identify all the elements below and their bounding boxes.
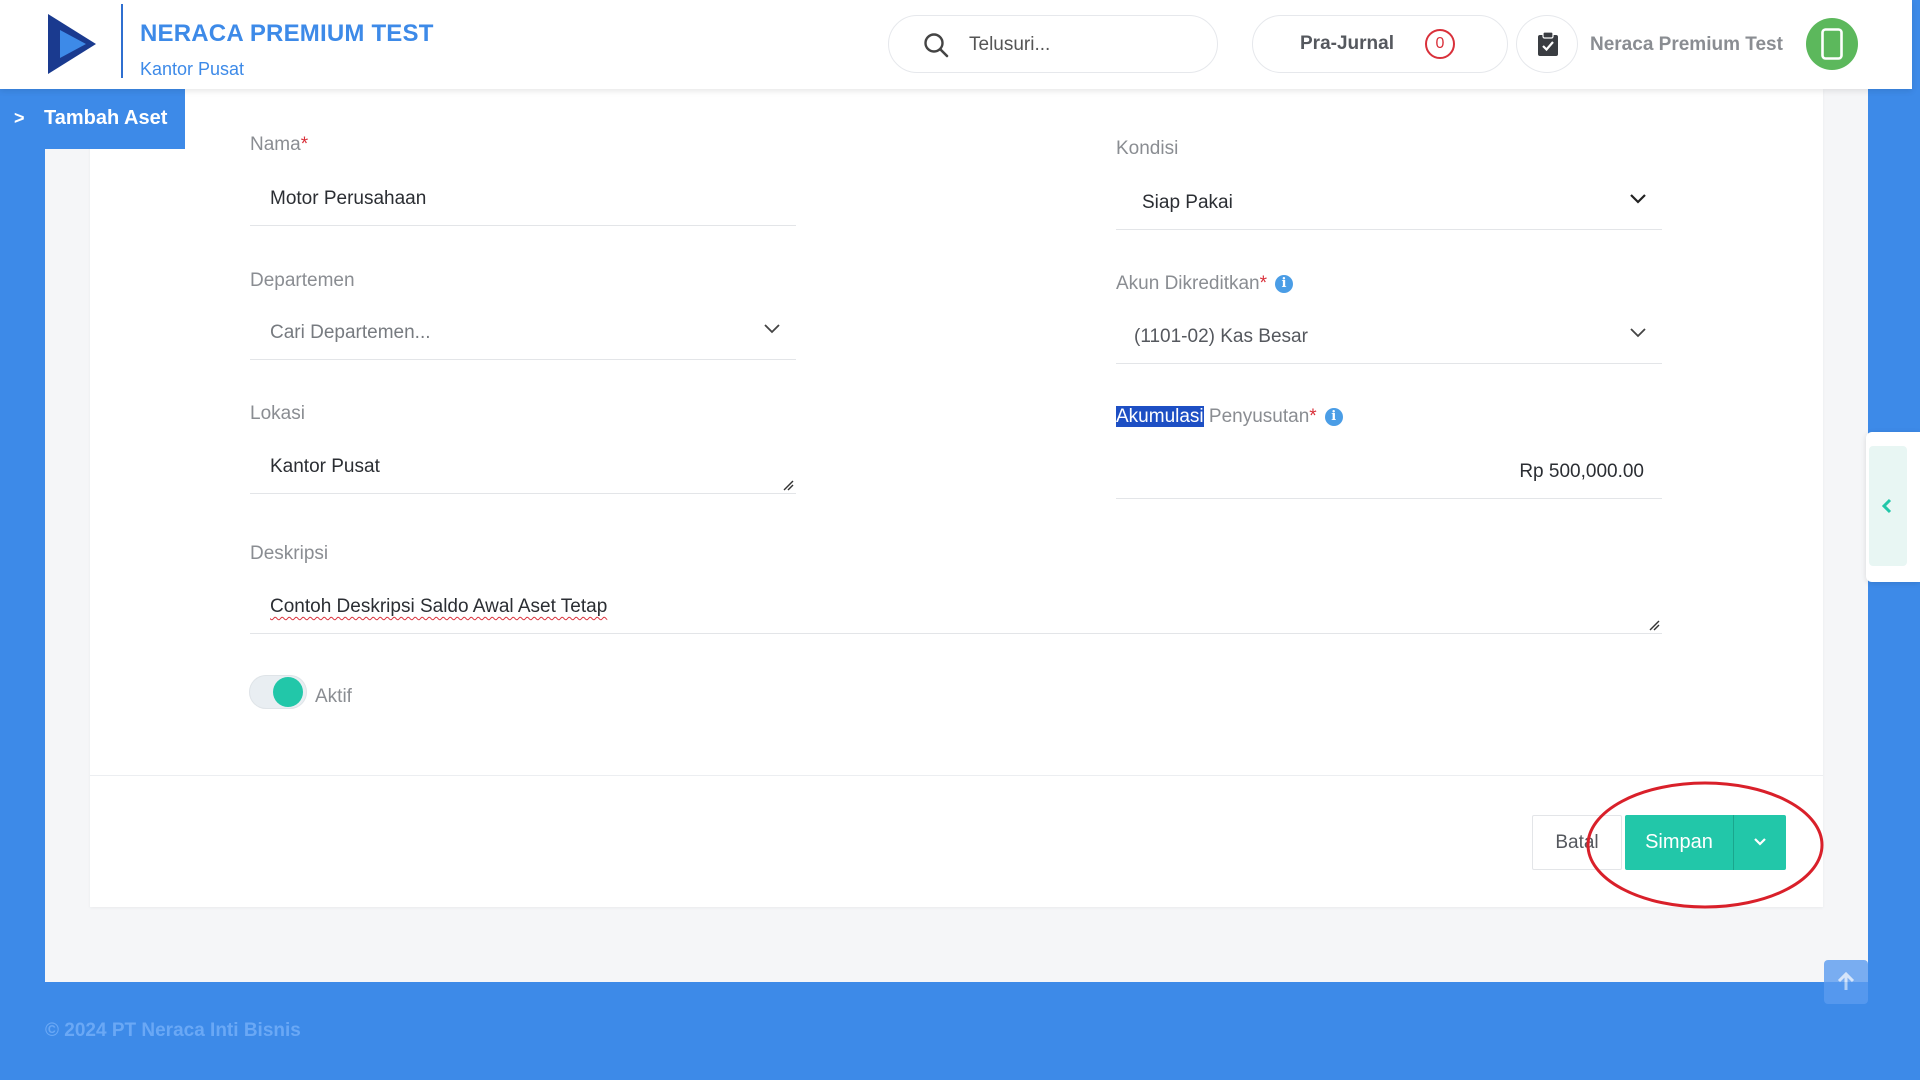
info-icon[interactable]: i <box>1324 408 1343 426</box>
search-icon <box>924 33 949 58</box>
chevron-left-icon <box>1882 498 1892 514</box>
lokasi-value: Kantor Pusat <box>270 456 380 477</box>
mobile-icon <box>1821 28 1843 60</box>
pra-jurnal-button[interactable]: Pra-Jurnal 0 <box>1252 15 1508 73</box>
akumulasi-highlight: Akumulasi <box>1116 406 1204 427</box>
chevron-down-icon <box>1754 838 1766 846</box>
chevron-down-icon <box>1630 328 1646 338</box>
branch-name: Kantor Pusat <box>140 59 245 79</box>
avatar[interactable] <box>1806 18 1858 70</box>
penyusutan-label-text: Penyusutan <box>1203 406 1310 427</box>
akun-dikreditkan-select[interactable]: (1101-02) Kas Besar <box>1116 310 1662 364</box>
nama-value: Motor Perusahaan <box>270 188 427 209</box>
brand-separator <box>121 4 123 78</box>
header-right-strip <box>1912 0 1920 89</box>
akumulasi-penyusutan-input[interactable]: Rp 500,000.00 <box>1116 445 1662 499</box>
user-name[interactable]: Neraca Premium Test <box>1590 34 1783 56</box>
akun-dikreditkan-value: (1101-02) Kas Besar <box>1134 326 1308 347</box>
scroll-to-top-button[interactable] <box>1824 960 1868 1004</box>
resize-handle-icon[interactable] <box>1648 619 1660 631</box>
aktif-toggle[interactable] <box>249 675 307 709</box>
akun-dikreditkan-label: Akun Dikreditkan* i <box>1116 273 1294 295</box>
task-button[interactable] <box>1516 15 1578 73</box>
nama-label: Nama* <box>250 134 308 156</box>
info-icon[interactable]: i <box>1275 275 1294 293</box>
search-input[interactable] <box>967 30 1201 60</box>
kondisi-select[interactable]: Siap Pakai <box>1116 176 1662 230</box>
kondisi-value: Siap Pakai <box>1142 192 1233 213</box>
departemen-label: Departemen <box>250 270 355 291</box>
nama-label-text: Nama <box>250 134 301 155</box>
card-divider <box>90 775 1823 776</box>
batal-button[interactable]: Batal <box>1532 815 1622 870</box>
required-mark: * <box>1259 273 1268 294</box>
nama-input[interactable]: Motor Perusahaan <box>250 172 796 226</box>
chevron-down-icon <box>764 324 780 334</box>
deskripsi-label: Deskripsi <box>250 543 329 564</box>
top-header: NERACA PREMIUM TEST Kantor Pusat Pra-Jur… <box>0 0 1912 89</box>
aktif-label: Aktif <box>315 686 352 707</box>
lokasi-textarea[interactable]: Kantor Pusat <box>250 440 796 494</box>
logo-icon[interactable] <box>46 12 98 76</box>
departemen-placeholder: Cari Departemen... <box>270 322 431 343</box>
footer-copyright: © 2024 PT Neraca Inti Bisnis <box>45 1020 301 1041</box>
brand-name: NERACA PREMIUM TEST <box>140 20 434 47</box>
lokasi-label: Lokasi <box>250 403 305 424</box>
clipboard-check-icon <box>1538 31 1558 56</box>
required-mark: * <box>1309 406 1317 427</box>
simpan-dropdown-button[interactable] <box>1733 815 1786 870</box>
deskripsi-textarea[interactable]: Contoh Deskripsi Saldo Awal Aset Tetap <box>250 580 1662 634</box>
pra-jurnal-count-badge: 0 <box>1425 29 1455 59</box>
breadcrumb-label: Tambah Aset <box>44 107 168 129</box>
akumulasi-penyusutan-value: Rp 500,000.00 <box>1519 461 1644 482</box>
breadcrumb-tab[interactable]: > Tambah Aset <box>0 89 185 149</box>
pra-jurnal-label: Pra-Jurnal <box>1300 33 1394 54</box>
akumulasi-penyusutan-label: Akumulasi Penyusutan* i <box>1116 406 1343 428</box>
deskripsi-value: Contoh Deskripsi Saldo Awal Aset Tetap <box>270 596 608 617</box>
side-panel-toggle[interactable] <box>1866 432 1920 582</box>
akun-dikreditkan-label-text: Akun Dikreditkan <box>1116 273 1260 294</box>
simpan-button[interactable]: Simpan <box>1625 815 1733 870</box>
departemen-select[interactable]: Cari Departemen... <box>250 306 796 360</box>
chevron-right-icon: > <box>14 108 25 128</box>
resize-handle-icon[interactable] <box>782 479 794 491</box>
search-box[interactable] <box>888 15 1218 73</box>
arrow-up-icon <box>1837 972 1855 990</box>
chevron-down-icon <box>1630 194 1646 204</box>
toggle-knob <box>273 677 303 707</box>
kondisi-label: Kondisi <box>1116 138 1179 159</box>
required-mark: * <box>300 134 309 155</box>
